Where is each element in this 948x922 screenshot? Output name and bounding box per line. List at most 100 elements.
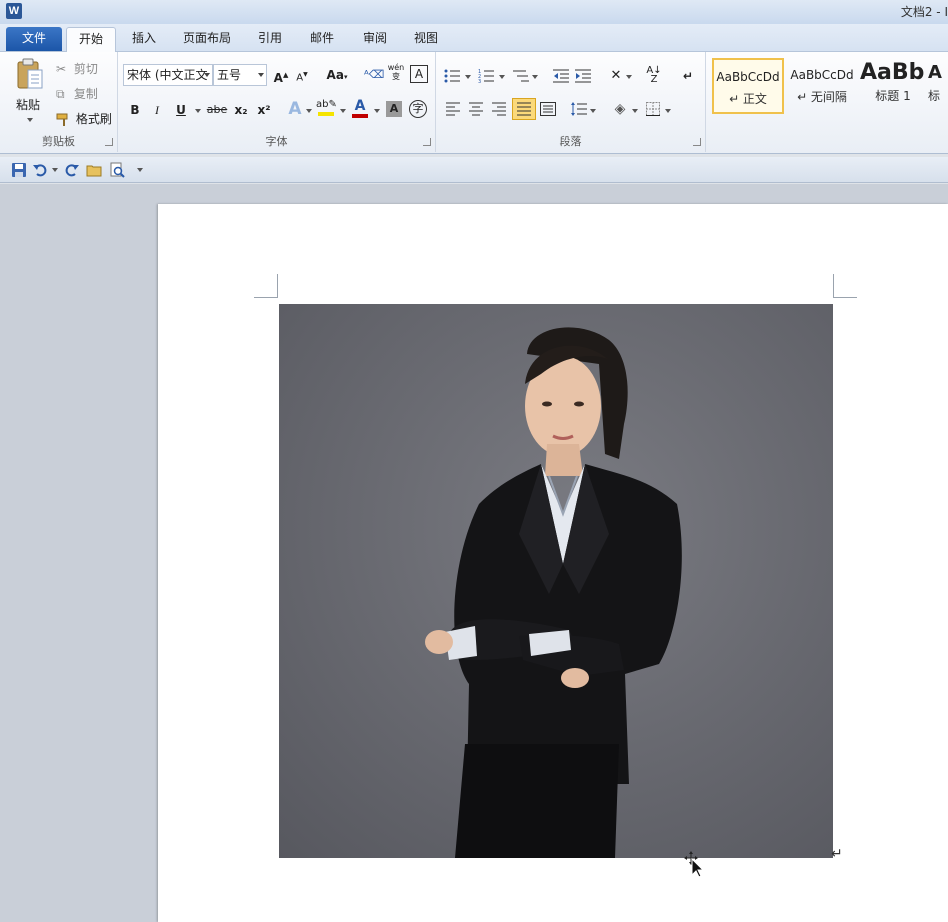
chinese-layout-icon: ✕ xyxy=(610,68,622,83)
format-painter-button[interactable]: 格式刷 xyxy=(56,110,112,127)
tab-mailings[interactable]: 邮件 xyxy=(304,27,340,51)
sort-button[interactable]: A↓ Z xyxy=(644,66,664,86)
character-shading-icon: A xyxy=(389,102,399,115)
numbering-dropdown-icon[interactable] xyxy=(499,75,505,79)
title-bar: W 文档2 - I xyxy=(0,0,948,24)
chinese-layout-dropdown-icon[interactable] xyxy=(626,75,632,79)
highlighter-icon: ab✎ xyxy=(316,99,337,110)
character-border-button[interactable]: A xyxy=(410,65,428,83)
word-app-icon[interactable]: W xyxy=(6,3,22,19)
superscript-button[interactable]: x² xyxy=(254,100,274,120)
shading-dropdown-icon[interactable] xyxy=(632,109,638,113)
bold-button[interactable]: B xyxy=(125,100,145,120)
underline-button[interactable]: U xyxy=(171,100,191,120)
ribbon-tabs: 文件 开始 插入 页面布局 引用 邮件 审阅 视图 xyxy=(0,24,948,52)
tab-file[interactable]: 文件 xyxy=(6,27,62,51)
font-color-dropdown-icon[interactable] xyxy=(374,109,380,113)
undo-icon[interactable] xyxy=(32,162,48,178)
style-no-spacing-name: ↵ 无间隔 xyxy=(797,90,847,104)
highlight-button[interactable]: ab✎ xyxy=(316,98,337,118)
numbering-icon[interactable]: 123 xyxy=(478,68,496,84)
distributed-icon[interactable] xyxy=(540,102,556,116)
character-shading-button[interactable]: A xyxy=(386,101,402,117)
styles-group: AaBbCcDd ↵ 正文 AaBbCcDd ↵ 无间隔 AaBb 标题 1 A… xyxy=(706,52,948,152)
enclose-characters-button[interactable]: 字 xyxy=(409,100,427,118)
tab-review[interactable]: 审阅 xyxy=(357,27,393,51)
align-center-icon[interactable] xyxy=(468,102,484,116)
redo-icon[interactable] xyxy=(64,162,80,178)
clipboard-dialog-launcher[interactable] xyxy=(105,138,113,146)
justify-button[interactable] xyxy=(512,98,536,120)
borders-dropdown-icon[interactable] xyxy=(665,109,671,113)
customize-qat-icon[interactable] xyxy=(137,168,143,172)
paragraph-dialog-launcher[interactable] xyxy=(693,138,701,146)
woman-in-suit-photo xyxy=(425,327,682,858)
font-name-combo[interactable]: 宋体 (中文正文 xyxy=(123,64,213,86)
font-color-button[interactable]: A xyxy=(350,98,370,118)
open-folder-icon[interactable] xyxy=(86,162,102,178)
undo-dropdown-icon[interactable] xyxy=(52,168,58,172)
paste-dropdown-icon[interactable] xyxy=(27,118,33,122)
multilevel-list-dropdown-icon[interactable] xyxy=(532,75,538,79)
sort-icon: A↓ Z xyxy=(646,65,662,85)
italic-button[interactable]: I xyxy=(147,100,167,120)
enclose-characters-icon: 字 xyxy=(412,102,424,115)
paragraph-mark: ↵ xyxy=(831,846,843,862)
document-workspace[interactable]: ↵ xyxy=(0,184,948,922)
tab-view[interactable]: 视图 xyxy=(408,27,444,51)
line-spacing-icon[interactable] xyxy=(570,101,588,117)
format-painter-icon xyxy=(56,113,68,126)
phonetic-guide-button[interactable]: wén 变 xyxy=(386,63,406,83)
align-left-icon[interactable] xyxy=(445,102,461,116)
highlight-dropdown-icon[interactable] xyxy=(340,109,346,113)
clipboard-group-label: 剪贴板 xyxy=(42,135,75,148)
tab-insert[interactable]: 插入 xyxy=(126,27,162,51)
line-spacing-dropdown-icon[interactable] xyxy=(590,109,596,113)
style-no-spacing[interactable]: AaBbCcDd ↵ 无间隔 xyxy=(786,58,858,114)
underline-dropdown-icon[interactable] xyxy=(195,109,201,113)
borders-icon[interactable] xyxy=(646,102,660,116)
tab-page-layout[interactable]: 页面布局 xyxy=(176,27,238,51)
clear-formatting-button[interactable]: ᴬ⌫ xyxy=(364,65,384,85)
chinese-layout-button[interactable]: ✕ xyxy=(606,66,626,86)
style-heading-2[interactable]: A 标 xyxy=(928,58,948,114)
clipboard-icon xyxy=(17,58,43,89)
copy-button[interactable]: ⧉ 复制 xyxy=(56,85,98,102)
show-formatting-marks-button[interactable]: ↵ xyxy=(678,66,698,86)
font-name-value: 宋体 (中文正文 xyxy=(127,68,208,82)
save-icon[interactable] xyxy=(11,162,27,178)
scissors-icon: ✂ xyxy=(56,62,67,76)
style-normal-sample: AaBbCcDd xyxy=(716,70,780,84)
inserted-photo[interactable] xyxy=(279,304,833,858)
grow-font-button[interactable]: A▲ xyxy=(271,65,291,85)
bullets-dropdown-icon[interactable] xyxy=(465,75,471,79)
strikethrough-button[interactable]: abe xyxy=(206,100,228,120)
font-size-combo[interactable]: 五号 xyxy=(213,64,267,86)
tab-home[interactable]: 开始 xyxy=(66,27,116,52)
style-heading-1[interactable]: AaBb 标题 1 xyxy=(860,58,926,114)
style-normal[interactable]: AaBbCcDd ↵ 正文 xyxy=(712,58,784,114)
copy-label: 复制 xyxy=(73,87,98,101)
subscript-button[interactable]: x₂ xyxy=(231,100,251,120)
text-effects-button[interactable]: A xyxy=(285,99,305,119)
style-no-spacing-sample: AaBbCcDd xyxy=(790,68,854,82)
print-preview-icon[interactable] xyxy=(109,162,125,178)
decrease-indent-icon[interactable] xyxy=(552,68,570,84)
paragraph-group-label: 段落 xyxy=(559,135,582,148)
change-case-button[interactable]: Aa▾ xyxy=(323,65,351,85)
increase-indent-icon[interactable] xyxy=(574,68,592,84)
font-name-dropdown-icon[interactable] xyxy=(204,73,210,77)
multilevel-list-icon[interactable] xyxy=(512,68,530,84)
tab-references[interactable]: 引用 xyxy=(252,27,288,51)
cut-button[interactable]: ✂ 剪切 xyxy=(56,60,98,77)
bullets-icon[interactable] xyxy=(444,68,462,84)
font-size-dropdown-icon[interactable] xyxy=(258,73,264,77)
paste-button[interactable]: 粘贴 xyxy=(10,56,50,126)
document-page[interactable]: ↵ xyxy=(158,204,948,922)
align-right-icon[interactable] xyxy=(491,102,507,116)
shading-button[interactable]: ◈ xyxy=(610,99,630,119)
ribbon-home: 粘贴 ✂ 剪切 ⧉ 复制 格式刷 剪贴板 宋体 (中文正文 五号 A▲ A▼ A… xyxy=(0,52,948,154)
font-dialog-launcher[interactable] xyxy=(423,138,431,146)
shrink-font-button[interactable]: A▼ xyxy=(292,65,312,85)
text-effects-dropdown-icon[interactable] xyxy=(306,109,312,113)
